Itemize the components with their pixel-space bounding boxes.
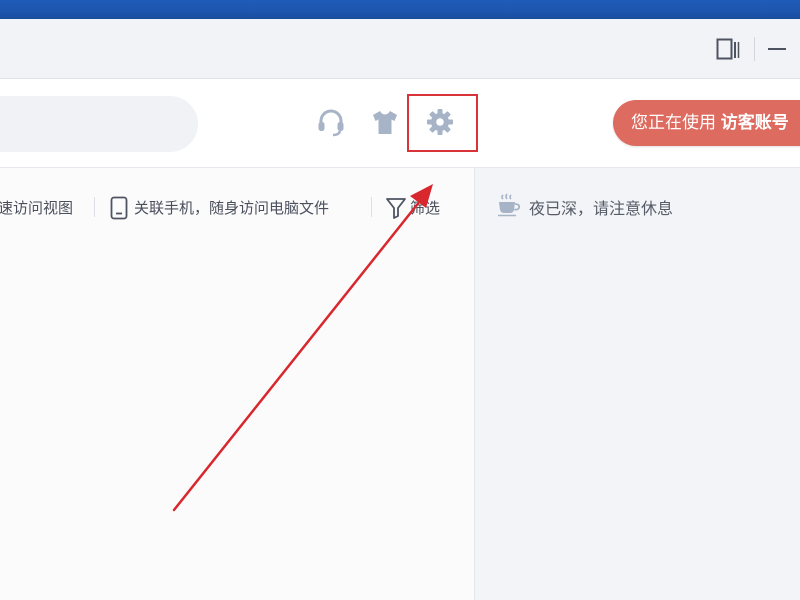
search-input[interactable] — [0, 96, 198, 152]
quick-access-view-link[interactable]: 速访问视图 — [0, 198, 73, 218]
layout-icon[interactable] — [716, 38, 740, 60]
right-panel — [475, 168, 800, 600]
minimize-icon[interactable] — [768, 48, 786, 50]
visitor-account-badge[interactable]: 您正在使用 访客账号 — [613, 100, 800, 146]
quick-link-divider — [94, 197, 95, 217]
coffee-cup-icon — [498, 193, 521, 217]
rest-reminder: 夜已深，请注意休息 — [496, 193, 673, 218]
filter-icon — [385, 196, 407, 224]
toolbar: 您正在使用 访客账号 — [0, 79, 800, 168]
settings-highlight-box — [407, 94, 478, 152]
headset-icon[interactable] — [315, 106, 347, 138]
title-bar-separator — [754, 37, 755, 61]
main-panel: 速访问视图 关联手机，随身访问电脑文件 筛选 — [0, 168, 475, 600]
title-bar — [0, 19, 800, 79]
quick-link-divider — [371, 197, 372, 217]
visitor-account-label: 访客账号 — [720, 113, 789, 132]
phone-icon — [110, 196, 128, 224]
tshirt-icon[interactable] — [369, 106, 401, 138]
link-phone-link[interactable]: 关联手机，随身访问电脑文件 — [134, 198, 329, 218]
filter-link[interactable]: 筛选 — [410, 198, 440, 218]
window-top-border — [0, 0, 800, 19]
visitor-prefix: 您正在使用 — [631, 113, 716, 132]
rest-reminder-text: 夜已深，请注意休息 — [529, 199, 674, 218]
